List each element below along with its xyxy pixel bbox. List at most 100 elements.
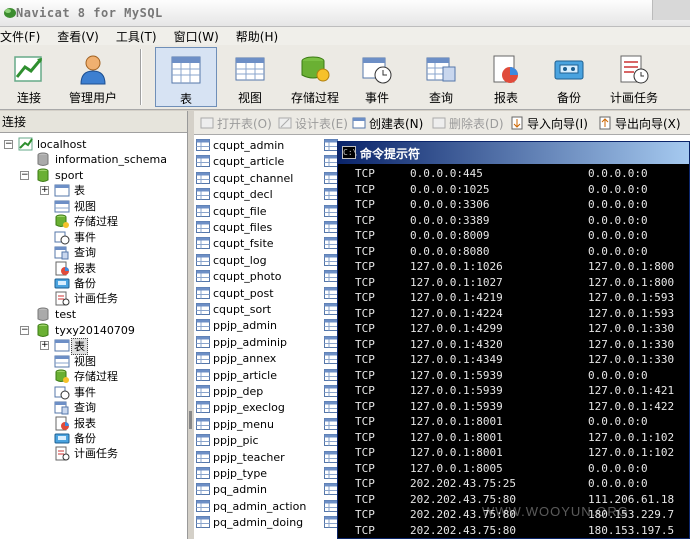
- table-icon: [324, 499, 338, 512]
- foreign-address: 0.0.0.0:0: [588, 182, 648, 196]
- event-button[interactable]: 事件: [352, 47, 402, 107]
- report-button[interactable]: 报表: [480, 47, 532, 107]
- foreign-address: 0.0.0.0:0: [588, 368, 648, 382]
- table-list-item[interactable]: ppjp_dep: [196, 384, 263, 400]
- backup-button[interactable]: 备份: [545, 47, 593, 107]
- protocol: TCP: [355, 399, 375, 413]
- report-icon: [55, 416, 69, 431]
- table-list-item[interactable]: pq_admin_doing: [196, 515, 303, 531]
- schedule-label: 计画任务: [609, 91, 658, 105]
- import-wizard-button[interactable]: 导入向导(I): [510, 115, 588, 131]
- cmd-icon: C:\: [342, 146, 358, 159]
- protocol: TCP: [355, 415, 375, 428]
- netstat-row: TCP 127.0.0.1:8001 0.0.0.0:0: [338, 414, 690, 429]
- menu-tools[interactable]: 工具(T): [116, 28, 167, 45]
- table-list-item[interactable]: ppjp_annex: [196, 351, 276, 367]
- table-name: cqupt_photo: [213, 270, 282, 284]
- table-button[interactable]: 表: [155, 47, 217, 107]
- table-list-item[interactable]: ppjp_pic: [196, 433, 259, 449]
- protocol: TCP: [355, 477, 375, 490]
- delete-table-button[interactable]: 删除表(D): [432, 115, 504, 131]
- netstat-row: TCP 0.0.0.0:1025 0.0.0.0:0: [338, 182, 690, 197]
- table-list-item[interactable]: cqupt_decl: [196, 187, 273, 203]
- connect-icon: [14, 56, 43, 82]
- menu-window[interactable]: 窗口(W): [174, 28, 229, 45]
- procedure-button[interactable]: 存储过程: [284, 47, 346, 107]
- command-prompt-title-bar[interactable]: C:\ 命令提示符: [338, 142, 689, 164]
- tree-item-label: 事件: [74, 231, 96, 244]
- table-list-item[interactable]: cqupt_sort: [196, 302, 271, 318]
- design-table-button[interactable]: 设计表(E): [278, 115, 348, 131]
- table-icon: [324, 139, 338, 151]
- menu-help[interactable]: 帮助(H): [236, 28, 288, 45]
- menu-file[interactable]: 文件(F): [0, 28, 50, 45]
- design-table-label: 设计表(E): [295, 117, 348, 131]
- import-icon: [511, 116, 523, 130]
- event-icon: [54, 386, 70, 400]
- table-list-item[interactable]: ppjp_adminip: [196, 335, 287, 351]
- schedule-button[interactable]: 计画任务: [606, 47, 662, 107]
- protocol: TCP: [355, 306, 375, 320]
- object-toolbar: 打开表(O) 设计表(E) 创建表(N) 删除表(D) 导入向导(I) 导出向导…: [194, 111, 690, 135]
- protocol: TCP: [355, 291, 375, 304]
- window-controls[interactable]: [652, 0, 690, 20]
- table-list-item[interactable]: ppjp_menu: [196, 417, 274, 433]
- table-icon: [196, 516, 210, 529]
- table-icon: [324, 286, 338, 299]
- table-list-item[interactable]: cqupt_file: [196, 204, 267, 220]
- export-wizard-button[interactable]: 导出向导(X): [598, 115, 681, 131]
- splitter-grip[interactable]: [189, 411, 192, 429]
- local-address: 0.0.0.0:8009: [410, 229, 490, 242]
- table-name: cqupt_decl: [213, 188, 273, 202]
- menu-view[interactable]: 查看(V): [57, 28, 109, 45]
- view-label: 视图: [237, 91, 262, 105]
- local-address: 202.202.43.75:25: [410, 477, 516, 490]
- table-list-item[interactable]: ppjp_teacher: [196, 450, 285, 466]
- database-closed-icon: [37, 307, 49, 321]
- table-list-item[interactable]: cqupt_article: [196, 154, 284, 170]
- table-list-item[interactable]: ppjp_execlog: [196, 400, 285, 416]
- report-icon: [493, 55, 518, 83]
- protocol: TCP: [355, 430, 375, 444]
- query-icon: [426, 57, 456, 82]
- table-icon: [324, 352, 338, 365]
- create-table-button[interactable]: 创建表(N): [352, 115, 423, 131]
- query-button[interactable]: 查询: [416, 47, 466, 107]
- schedule-icon: [55, 291, 70, 306]
- collapse-toggle[interactable]: −: [20, 171, 29, 180]
- table-list-item[interactable]: cqupt_files: [196, 220, 272, 236]
- table-label: 表: [179, 92, 192, 106]
- protocol: TCP: [355, 353, 375, 366]
- table-list-item[interactable]: cqupt_fsite: [196, 236, 274, 252]
- expand-toggle[interactable]: +: [40, 186, 49, 195]
- table-list-item[interactable]: cqupt_post: [196, 286, 274, 302]
- table-icon: [324, 368, 338, 381]
- manage-users-button[interactable]: 管理用户: [64, 47, 122, 107]
- connection-icon: [18, 137, 33, 151]
- collapse-toggle[interactable]: −: [4, 140, 13, 149]
- netstat-row: TCP 127.0.0.1:4299 127.0.0.1:330: [338, 321, 690, 336]
- open-table-button[interactable]: 打开表(O): [200, 115, 272, 131]
- netstat-row: TCP 127.0.0.1:5939 0.0.0.0:0: [338, 368, 690, 383]
- table-list-item[interactable]: cqupt_log: [196, 253, 267, 269]
- collapse-toggle[interactable]: −: [20, 326, 29, 335]
- local-address: 127.0.0.1:8001: [410, 415, 503, 428]
- design-table-icon: [278, 117, 292, 129]
- view-button[interactable]: 视图: [224, 47, 276, 107]
- expand-toggle[interactable]: +: [40, 341, 49, 350]
- table-list-item[interactable]: cqupt_admin: [196, 138, 284, 154]
- protocol: TCP: [355, 213, 375, 227]
- table-icon: [324, 319, 338, 332]
- connect-button[interactable]: 连接: [4, 47, 54, 107]
- local-address: 127.0.0.1:4349: [410, 353, 503, 366]
- table-list-item[interactable]: pq_admin: [196, 482, 267, 498]
- table-list-item[interactable]: ppjp_admin: [196, 318, 277, 334]
- foreign-address: 127.0.0.1:330: [588, 322, 675, 335]
- foreign-address: 127.0.0.1:422: [588, 399, 675, 413]
- table-list-item[interactable]: cqupt_channel: [196, 171, 293, 187]
- table-list-item[interactable]: ppjp_article: [196, 368, 277, 384]
- command-prompt-window[interactable]: C:\ 命令提示符 TCP 0.0.0.0:445 0.0.0.0:0 TCP 0.0.…: [337, 141, 690, 539]
- table-list-item[interactable]: ppjp_type: [196, 466, 267, 482]
- table-list-item[interactable]: pq_admin_action: [196, 499, 306, 515]
- table-list-item[interactable]: cqupt_photo: [196, 269, 282, 285]
